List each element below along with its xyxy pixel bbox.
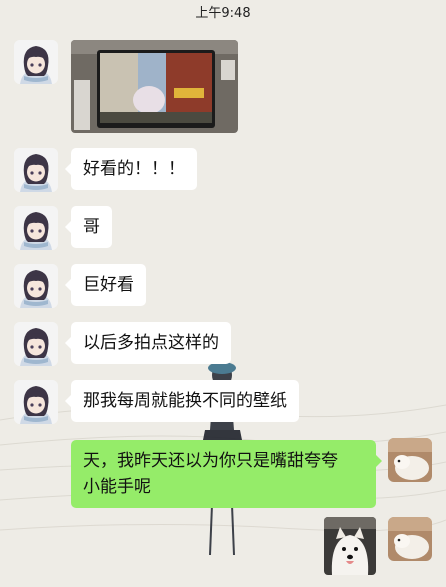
- contact-avatar[interactable]: [14, 264, 58, 308]
- message-bubble[interactable]: 哥: [65, 206, 112, 248]
- dog-photo-thumbnail[interactable]: [324, 517, 376, 575]
- message-bubble[interactable]: 巨好看: [65, 264, 146, 306]
- message-line: 天，我昨天还以为你只是嘴甜夸夸: [83, 451, 338, 471]
- contact-avatar[interactable]: [14, 206, 58, 250]
- message-bubble[interactable]: 那我每周就能换不同的壁纸: [65, 380, 299, 422]
- message-bubble[interactable]: 好看的！！！: [65, 148, 197, 190]
- contact-avatar[interactable]: [14, 148, 58, 192]
- message-bubble-outgoing[interactable]: 天，我昨天还以为你只是嘴甜夸夸 小能手呢: [71, 440, 382, 508]
- user-avatar[interactable]: [388, 517, 432, 561]
- message-bubble[interactable]: 以后多拍点这样的: [65, 322, 231, 364]
- contact-avatar[interactable]: [14, 40, 58, 84]
- status-bar-time: 上午9:48: [195, 6, 251, 21]
- message-line: 小能手呢: [83, 477, 151, 497]
- wallpaper-photo-thumbnail[interactable]: [71, 40, 238, 133]
- contact-avatar[interactable]: [14, 322, 58, 366]
- user-avatar[interactable]: [388, 438, 432, 482]
- contact-avatar[interactable]: [14, 380, 58, 424]
